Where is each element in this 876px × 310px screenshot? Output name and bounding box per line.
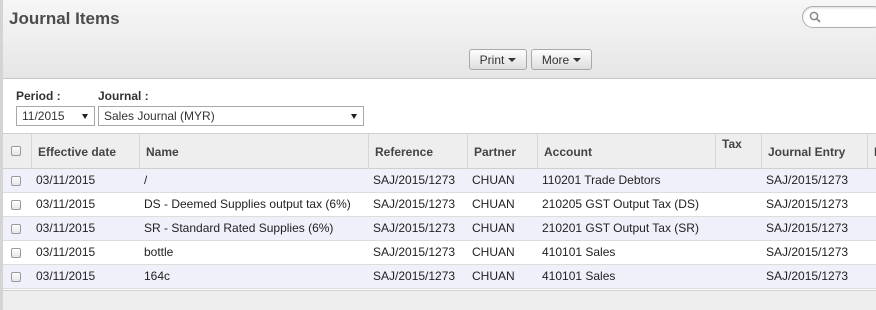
journal-label: Journal : xyxy=(98,89,149,103)
cell-name: / xyxy=(144,173,148,187)
table-row[interactable]: 03/11/2015 SR - Standard Rated Supplies … xyxy=(3,217,876,241)
cell-effective-date: 03/11/2015 xyxy=(36,269,96,283)
select-all-checkbox[interactable] xyxy=(11,146,21,156)
more-button-label: More xyxy=(541,52,570,67)
cell-account: 410101 Sales xyxy=(542,269,616,283)
search-icon xyxy=(809,11,821,23)
cell-effective-date: 03/11/2015 xyxy=(36,197,96,211)
cell-account: 410101 Sales xyxy=(542,245,616,259)
print-button[interactable]: Print xyxy=(469,49,527,70)
cell-account: 210205 GST Output Tax (DS) xyxy=(542,197,699,211)
cell-journal-entry: SAJ/2015/1273 xyxy=(766,269,849,283)
cell-name: bottle xyxy=(144,245,174,259)
journal-select[interactable]: Sales Journal (MYR) xyxy=(98,106,364,126)
cell-journal-entry: SAJ/2015/1273 xyxy=(766,173,849,187)
period-label: Period : xyxy=(16,89,61,103)
caret-down-icon xyxy=(351,114,357,119)
more-button[interactable]: More xyxy=(531,49,592,70)
cell-reference: SAJ/2015/1273 xyxy=(373,245,456,259)
page-title: Journal Items xyxy=(9,9,120,28)
search-input[interactable] xyxy=(802,6,876,28)
cell-effective-date: 03/11/2015 xyxy=(36,245,96,259)
table-row[interactable]: 03/11/2015 DS - Deemed Supplies output t… xyxy=(3,193,876,217)
column-header-account[interactable]: Account xyxy=(537,134,715,169)
cell-partner: CHUAN xyxy=(472,269,515,283)
row-checkbox[interactable] xyxy=(11,272,21,282)
cell-name: SR - Standard Rated Supplies (6%) xyxy=(144,221,334,235)
cell-journal-entry: SAJ/2015/1273 xyxy=(766,245,849,259)
caret-down-icon xyxy=(508,58,517,62)
cell-reference: SAJ/2015/1273 xyxy=(373,197,456,211)
cell-reference: SAJ/2015/1273 xyxy=(373,173,456,187)
table-row[interactable]: 03/11/2015 / SAJ/2015/1273 CHUAN 110201 … xyxy=(3,169,876,193)
cell-reference: SAJ/2015/1273 xyxy=(373,221,456,235)
cell-partner: CHUAN xyxy=(472,173,515,187)
column-header-partner[interactable]: Partner xyxy=(467,134,537,169)
column-header-name[interactable]: Name xyxy=(139,134,368,169)
row-checkbox[interactable] xyxy=(11,248,21,258)
column-header-reference[interactable]: Reference xyxy=(368,134,467,169)
column-header-tax[interactable]: Tax xyxy=(715,134,761,169)
caret-down-icon xyxy=(573,58,582,62)
cell-reference: SAJ/2015/1273 xyxy=(373,269,456,283)
cell-effective-date: 03/11/2015 xyxy=(36,221,96,235)
filter-bar: Period : Journal : 11/2015 Sales Journal… xyxy=(3,80,876,132)
table-footer xyxy=(3,290,876,310)
cell-name: 164c xyxy=(144,269,171,283)
row-checkbox[interactable] xyxy=(11,224,21,234)
table-row[interactable]: 03/11/2015 164c SAJ/2015/1273 CHUAN 4101… xyxy=(3,265,876,289)
column-header-effective-date[interactable]: Effective date xyxy=(31,134,139,169)
cell-journal-entry: SAJ/2015/1273 xyxy=(766,197,849,211)
row-checkbox[interactable] xyxy=(11,176,21,186)
column-header-truncated[interactable]: D xyxy=(867,134,876,169)
cell-journal-entry: SAJ/2015/1273 xyxy=(766,221,849,235)
table-header: Effective date Name Reference Partner Ac… xyxy=(3,133,876,169)
cell-partner: CHUAN xyxy=(472,245,515,259)
caret-down-icon xyxy=(82,114,88,119)
column-header-journal-entry[interactable]: Journal Entry xyxy=(761,134,867,169)
period-select-value: 11/2015 xyxy=(22,109,65,123)
cell-partner: CHUAN xyxy=(472,197,515,211)
cell-name: DS - Deemed Supplies output tax (6%) xyxy=(144,197,351,211)
journal-items-table: Effective date Name Reference Partner Ac… xyxy=(3,133,876,290)
journal-select-value: Sales Journal (MYR) xyxy=(104,109,215,123)
cell-effective-date: 03/11/2015 xyxy=(36,173,96,187)
cell-account: 210201 GST Output Tax (SR) xyxy=(542,221,699,235)
period-select[interactable]: 11/2015 xyxy=(16,106,95,126)
row-checkbox[interactable] xyxy=(11,200,21,210)
cell-account: 110201 Trade Debtors xyxy=(542,173,661,187)
view-header: Journal Items Print More xyxy=(3,0,876,79)
table-row[interactable]: 03/11/2015 bottle SAJ/2015/1273 CHUAN 41… xyxy=(3,241,876,265)
print-button-label: Print xyxy=(479,52,505,67)
cell-partner: CHUAN xyxy=(472,221,515,235)
